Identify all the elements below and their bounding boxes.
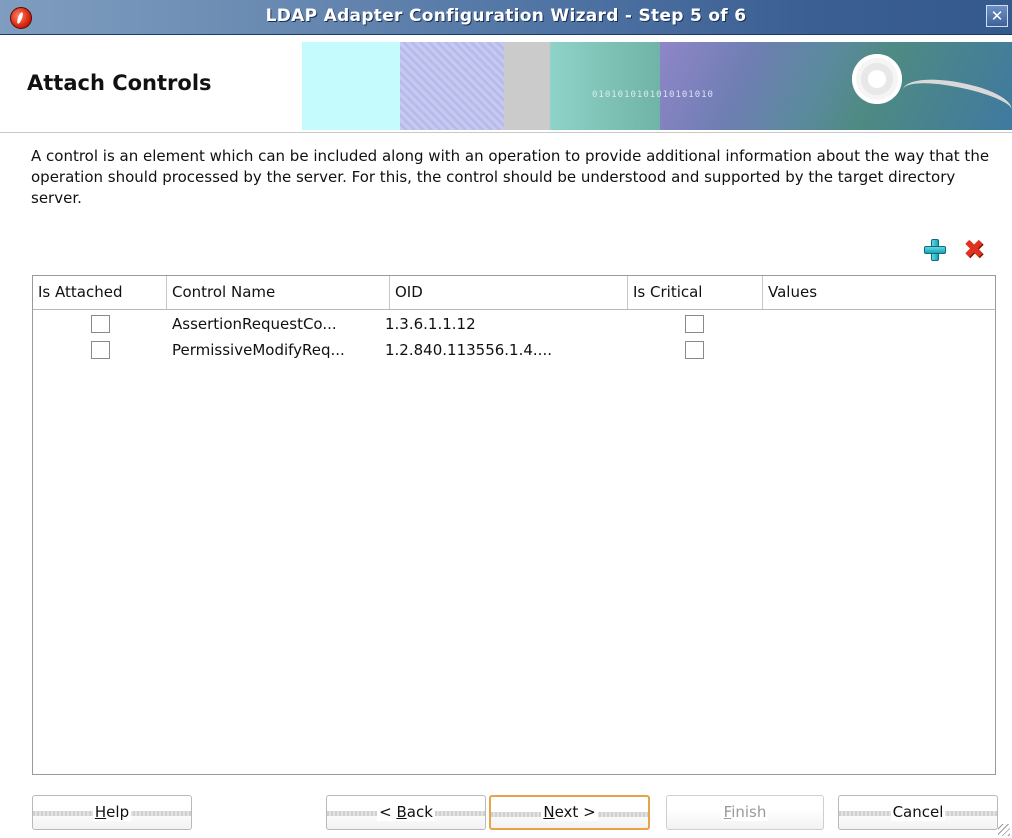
is-critical-checkbox[interactable] <box>685 341 704 359</box>
window-title: LDAP Adapter Configuration Wizard - Step… <box>265 6 747 26</box>
column-header-values[interactable]: Values <box>763 276 995 309</box>
column-header-control-name[interactable]: Control Name <box>167 276 390 309</box>
cancel-button[interactable]: Cancel <box>838 795 998 830</box>
oid-cell: 1.2.840.113556.1.4.... <box>385 341 552 359</box>
table-row[interactable]: PermissiveModifyReq... 1.2.840.113556.1.… <box>33 337 995 363</box>
title-bar: LDAP Adapter Configuration Wizard - Step… <box>0 0 1012 35</box>
header-banner: 0101010101010101010 <box>302 42 1012 130</box>
column-header-oid[interactable]: OID <box>390 276 628 309</box>
is-critical-checkbox[interactable] <box>685 315 704 333</box>
table-header: Is Attached Control Name OID Is Critical… <box>33 276 995 310</box>
values-cell[interactable] <box>763 337 995 363</box>
help-button[interactable]: Help <box>32 795 192 830</box>
values-cell[interactable] <box>763 311 995 337</box>
page-title: Attach Controls <box>27 71 212 95</box>
next-button[interactable]: Next > <box>489 795 650 830</box>
plus-icon[interactable] <box>923 238 947 262</box>
controls-table[interactable]: Is Attached Control Name OID Is Critical… <box>32 275 996 775</box>
table-row[interactable]: AssertionRequestCo... 1.3.6.1.1.12 <box>33 311 995 337</box>
close-button[interactable]: ✕ <box>986 5 1008 27</box>
description-text: A control is an element which can be inc… <box>31 147 990 207</box>
column-header-is-critical[interactable]: Is Critical <box>628 276 763 309</box>
is-attached-checkbox[interactable] <box>91 315 110 333</box>
delete-x-icon[interactable]: ✖ <box>962 237 986 263</box>
control-name-cell: AssertionRequestCo... <box>172 315 337 333</box>
gear-icon <box>846 48 908 110</box>
back-button[interactable]: < Back <box>326 795 486 830</box>
control-name-cell: PermissiveModifyReq... <box>172 341 345 359</box>
finish-button[interactable]: Finish <box>666 795 824 830</box>
oid-cell: 1.3.6.1.1.12 <box>385 315 476 333</box>
is-attached-checkbox[interactable] <box>91 341 110 359</box>
wizard-header: Attach Controls 0101010101010101010 <box>0 36 1012 133</box>
resize-grip[interactable] <box>998 824 1010 836</box>
column-header-is-attached[interactable]: Is Attached <box>33 276 167 309</box>
banner-text: 0101010101010101010 <box>592 90 714 100</box>
